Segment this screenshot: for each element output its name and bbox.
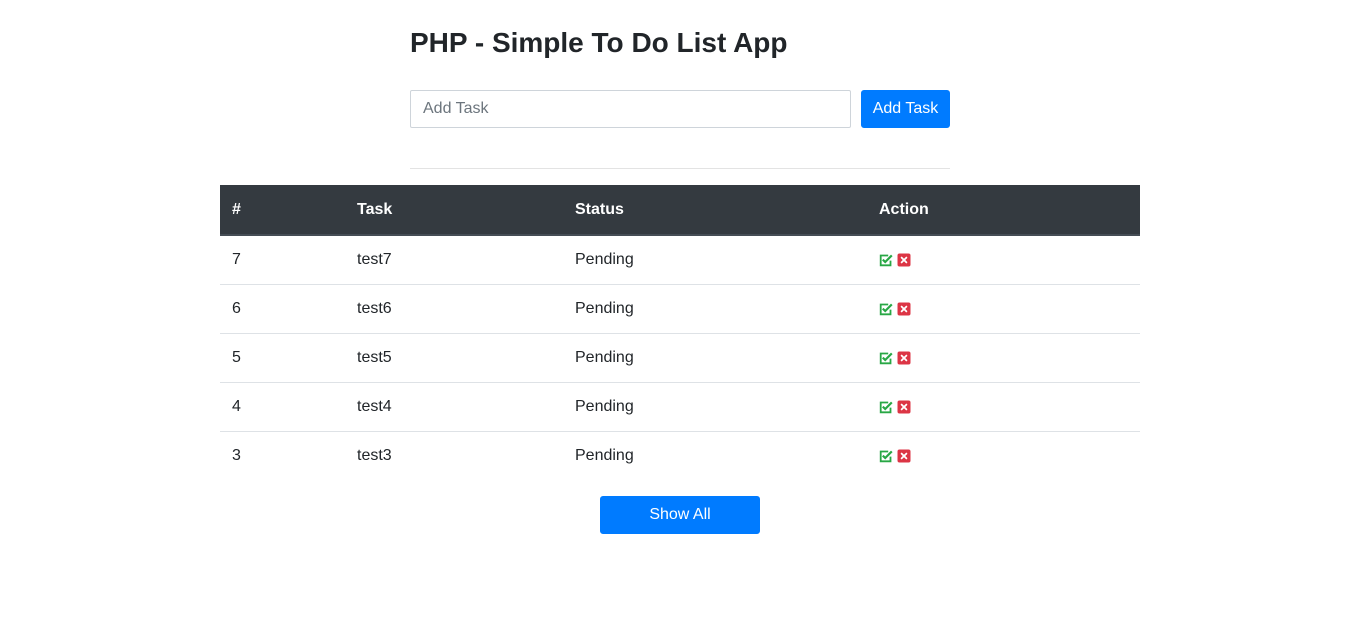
task-actions: [867, 235, 1140, 285]
header-task: Task: [345, 185, 563, 236]
task-id: 5: [220, 333, 345, 383]
close-square-icon[interactable]: [897, 449, 911, 463]
task-id: 3: [232, 446, 241, 464]
close-square-icon[interactable]: [897, 351, 911, 365]
task-name: test4: [345, 382, 563, 432]
task-actions: [867, 333, 1140, 383]
task-id: 6: [220, 284, 345, 334]
table-row: 6 test6 Pending: [220, 284, 1140, 334]
task-status: Pending: [563, 382, 867, 432]
task-name: test6: [345, 284, 563, 334]
page-title: PHP - Simple To Do List App: [410, 27, 788, 58]
add-task-button[interactable]: Add Task: [861, 90, 950, 128]
table-header: # Task Status Action: [220, 185, 1140, 236]
task-table: # Task Status Action 7 test7 Pending 6 t…: [220, 185, 1140, 480]
add-task-form: Add Task: [410, 90, 950, 128]
task-actions: [867, 284, 1140, 334]
header-id: #: [220, 185, 345, 236]
task-status: Pending: [563, 235, 867, 285]
page: PHP - Simple To Do List App Add Task # T…: [0, 0, 1362, 632]
close-square-icon[interactable]: [897, 400, 911, 414]
table-body: 7 test7 Pending 6 test6 Pending 5 test5 …: [220, 235, 1140, 480]
header-status: Status: [563, 185, 867, 236]
task-status: Pending: [575, 446, 634, 464]
task-status: Pending: [563, 284, 867, 334]
table-row: 5 test5 Pending: [220, 333, 1140, 383]
task-actions: [867, 382, 1140, 432]
task-actions: [867, 431, 1140, 480]
table-row: 4 test4 Pending: [220, 382, 1140, 432]
check-square-icon[interactable]: [879, 400, 893, 414]
check-square-icon[interactable]: [879, 351, 893, 365]
table-row: 3 test3 Pending: [220, 431, 1140, 480]
task-name: test7: [345, 235, 563, 285]
check-square-icon[interactable]: [879, 449, 893, 463]
task-id: 7: [220, 235, 345, 285]
check-square-icon[interactable]: [879, 302, 893, 316]
close-square-icon[interactable]: [897, 253, 911, 267]
show-all-button[interactable]: Show All: [600, 496, 760, 534]
task-id: 4: [220, 382, 345, 432]
task-status: Pending: [563, 333, 867, 383]
divider: [410, 168, 950, 169]
task-name: test3: [357, 446, 392, 464]
table-row: 7 test7 Pending: [220, 235, 1140, 285]
close-square-icon[interactable]: [897, 302, 911, 316]
task-name: test5: [345, 333, 563, 383]
check-square-icon[interactable]: [879, 253, 893, 267]
add-task-input[interactable]: [410, 90, 851, 128]
header-action: Action: [867, 185, 1140, 236]
